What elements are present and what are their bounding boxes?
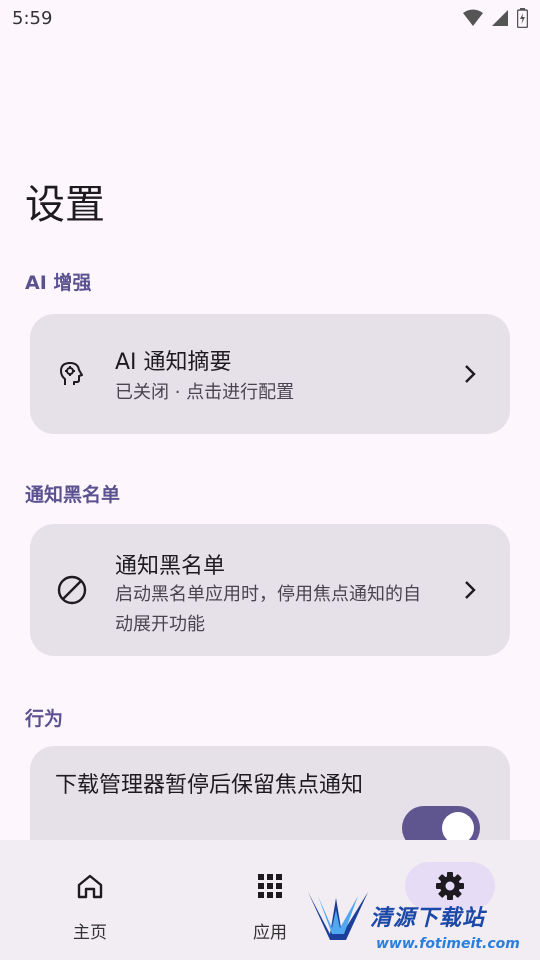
card-title: 通知黑名单 [115,554,226,579]
page-title: 设置 [25,182,105,228]
nav-item-home[interactable]: 主页 [30,840,150,960]
nav-label: 应用 [253,923,287,943]
card-subtitle: 已关闭 · 点击进行配置 [115,382,295,403]
watermark-url: www.fotimeit.com [376,936,520,952]
status-time: 5:59 [12,7,53,29]
watermark-logo: 清源下载站 www.fotimeit.com [306,884,520,960]
nav-label: 主页 [73,923,107,943]
notification-blacklist-card[interactable]: 通知黑名单 启动黑名单应用时，停用焦点通知的自动展开功能 [30,524,510,656]
wifi-icon [463,9,483,26]
battery-icon [517,8,528,28]
section-header-ai: AI 增强 [25,272,92,294]
section-header-blacklist: 通知黑名单 [25,484,121,506]
apps-grid-icon [258,874,282,898]
card-subtitle: 启动黑名单应用时，停用焦点通知的自动展开功能 [115,584,421,635]
home-icon [77,874,103,899]
section-header-behavior: 行为 [25,708,64,730]
nav-icon-container [45,862,135,910]
chevron-right-icon [460,580,480,600]
nav-icon-container [225,862,315,910]
brain-head-icon [56,358,88,390]
ai-notification-summary-card[interactable]: AI 通知摘要 已关闭 · 点击进行配置 [30,314,510,434]
card-title: 下载管理器暂停后保留焦点通知 [55,773,364,798]
status-bar: 5:59 [0,0,540,36]
block-icon [56,574,88,606]
chevron-right-icon [460,364,480,384]
card-title: AI 通知摘要 [115,350,232,375]
watermark-text: 清源下载站 [370,906,486,931]
watermark-emblem-icon [308,892,368,940]
cell-signal-icon [492,10,508,26]
status-icons [463,8,528,28]
